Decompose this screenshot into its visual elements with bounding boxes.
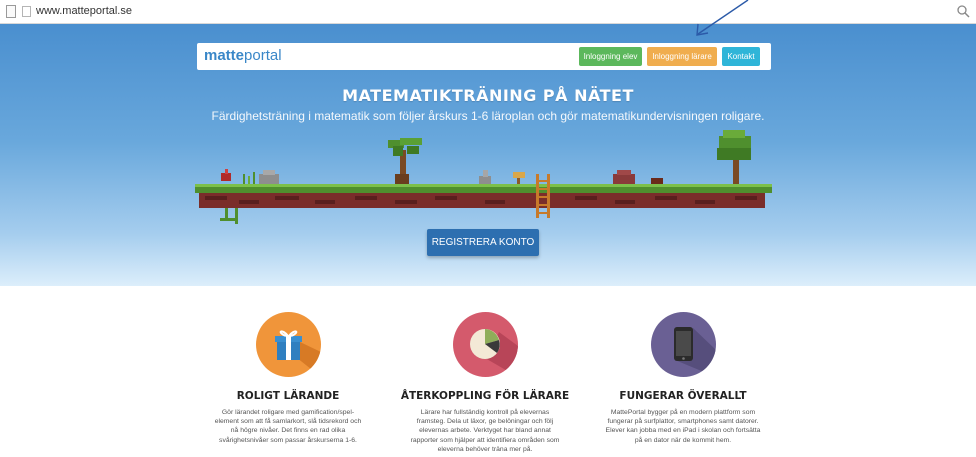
hero-subtitle: Färdighetsträning i matematik som följer… xyxy=(211,109,765,123)
feature-line: framsteg. Dela ut läxor, ge belöningar o… xyxy=(416,418,554,426)
feature-line: Lärare har fullständig kontroll på eleve… xyxy=(420,409,550,416)
feature-line: MattePortal bygger på en modern plattfor… xyxy=(610,409,756,416)
logo-part-matte: matte xyxy=(204,47,245,64)
feature-line: Elever kan jobba med en iPad i skolan oc… xyxy=(605,427,761,435)
feature-title: FUNGERAR ÖVERALLT xyxy=(619,390,747,402)
feature-title: ROLIGT LÄRANDE xyxy=(236,390,340,402)
feature-circle xyxy=(453,312,518,377)
feature-description: Gör lärandet roligare med gamification/s… xyxy=(193,408,383,445)
gift-icon xyxy=(275,330,321,377)
pie-chart-icon xyxy=(470,329,518,377)
url-field[interactable]: www.matteportal.se xyxy=(36,5,132,17)
tablet-icon xyxy=(674,327,716,377)
feature-title: ÅTERKOPPLING FÖR LÄRARE xyxy=(400,390,570,402)
page-icon xyxy=(6,5,16,18)
annotation-arrow-icon xyxy=(696,0,749,36)
login-teacher-button[interactable]: Inloggning lärare xyxy=(647,47,717,66)
feature-line: nå högre nivåer. Det finns en rad olika xyxy=(230,427,346,435)
document-icon xyxy=(22,6,31,17)
hero-title: MATEMATIKTRÄNING PÅ NÄTET xyxy=(342,86,634,105)
feature-line: fungerar på surfplattor, smartphones sam… xyxy=(607,418,759,426)
feature-line: elevernas arbete. Verktyget har bland an… xyxy=(419,427,551,435)
login-student-button[interactable]: Inloggning elev xyxy=(579,47,642,66)
game-landscape-illustration xyxy=(195,130,772,224)
browser-address-bar: www.matteportal.se xyxy=(0,0,976,24)
feature-line: rapporter som hjälper att identifiera om… xyxy=(410,436,560,444)
feature-description: Lärare har fullständig kontroll på eleve… xyxy=(390,408,580,454)
feature-description: MattePortal bygger på en modern plattfor… xyxy=(588,408,778,445)
site-logo[interactable]: matteportal xyxy=(204,47,282,64)
register-account-button[interactable]: REGISTRERA KONTO xyxy=(427,229,539,256)
site-navbar: matteportal Inloggning elev Inloggning l… xyxy=(197,43,771,70)
contact-button[interactable]: Kontakt xyxy=(722,47,760,66)
search-icon[interactable] xyxy=(956,4,970,18)
feature-circle xyxy=(256,312,321,377)
feature-line: element som att få samlarkort, slå tidsr… xyxy=(214,418,362,426)
feature-line: eleverna behöver träna mer på. xyxy=(437,445,533,453)
feature-line: på en dator när de kommit hem. xyxy=(634,436,732,444)
feature-line: Gör lärandet roligare med gamification/s… xyxy=(221,409,355,416)
feature-line: svårighetsnivåer som passar årskurserna … xyxy=(219,436,357,444)
logo-part-portal: portal xyxy=(244,47,282,64)
feature-circle xyxy=(651,312,716,377)
